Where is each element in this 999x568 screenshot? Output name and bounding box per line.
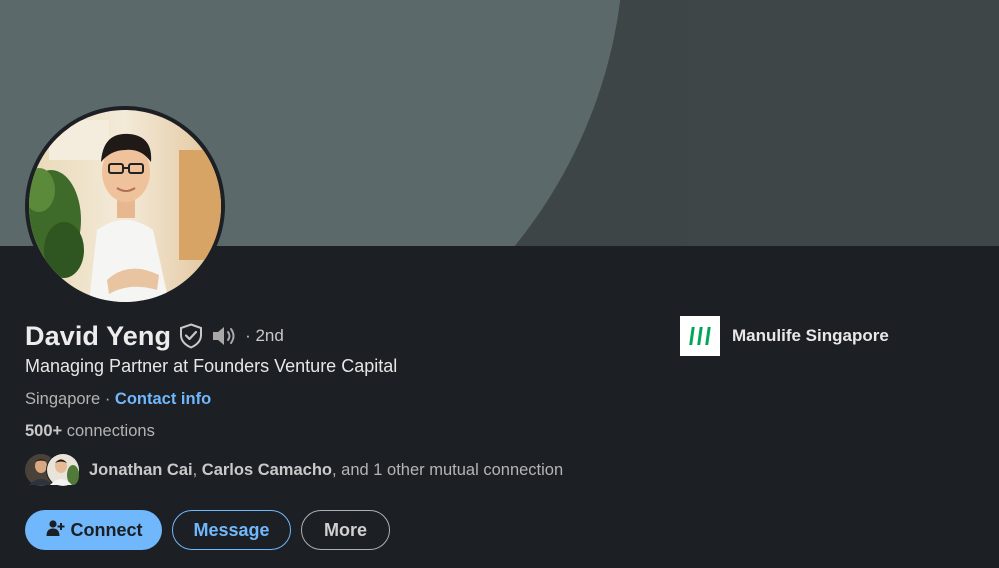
current-company[interactable]: Manulife Singapore <box>680 316 889 356</box>
profile-card: David Yeng · 2nd Managing Partner at Fou… <box>0 0 999 568</box>
mutual-name-2: Carlos Camacho <box>201 460 332 479</box>
connections-count: 500+ <box>25 422 63 440</box>
profile-name: David Yeng <box>25 320 172 351</box>
contact-info-link[interactable]: Contact info <box>115 390 211 408</box>
connections-row[interactable]: 500+ connections <box>25 422 155 441</box>
shield-check-icon[interactable] <box>179 323 203 349</box>
connect-button-label: Connect <box>70 519 143 540</box>
name-row: David Yeng · 2nd <box>25 318 284 354</box>
manulife-logo <box>680 316 720 356</box>
more-button[interactable]: More <box>301 510 390 550</box>
mutual-avatars <box>25 453 83 487</box>
banner-right-panel <box>687 0 999 246</box>
mutual-name-1: Jonathan Cai <box>89 460 193 479</box>
location-separator: · <box>100 390 115 408</box>
location-text: Singapore <box>25 390 101 408</box>
mutual-connections[interactable]: Jonathan Cai, Carlos Camacho, and 1 othe… <box>25 453 563 487</box>
connect-button[interactable]: Connect <box>25 510 162 550</box>
message-button-label: Message <box>193 519 270 540</box>
add-person-icon <box>45 519 65 542</box>
connection-degree: · 2nd <box>245 326 284 345</box>
profile-photo[interactable] <box>25 106 225 306</box>
mutual-rest: , and 1 other mutual connection <box>332 460 564 479</box>
mutual-connections-text: Jonathan Cai, Carlos Camacho, and 1 othe… <box>89 461 563 480</box>
profile-photo-image <box>29 110 221 302</box>
profile-headline: Managing Partner at Founders Venture Cap… <box>25 356 398 376</box>
avatar <box>46 453 80 487</box>
mutual-separator: , <box>192 460 202 479</box>
location-row: Singapore · Contact info <box>25 390 211 409</box>
message-button[interactable]: Message <box>172 510 291 550</box>
speaker-icon[interactable] <box>211 324 239 348</box>
company-name: Manulife Singapore <box>732 326 889 345</box>
more-button-label: More <box>323 519 367 540</box>
connections-label: connections <box>62 422 155 440</box>
